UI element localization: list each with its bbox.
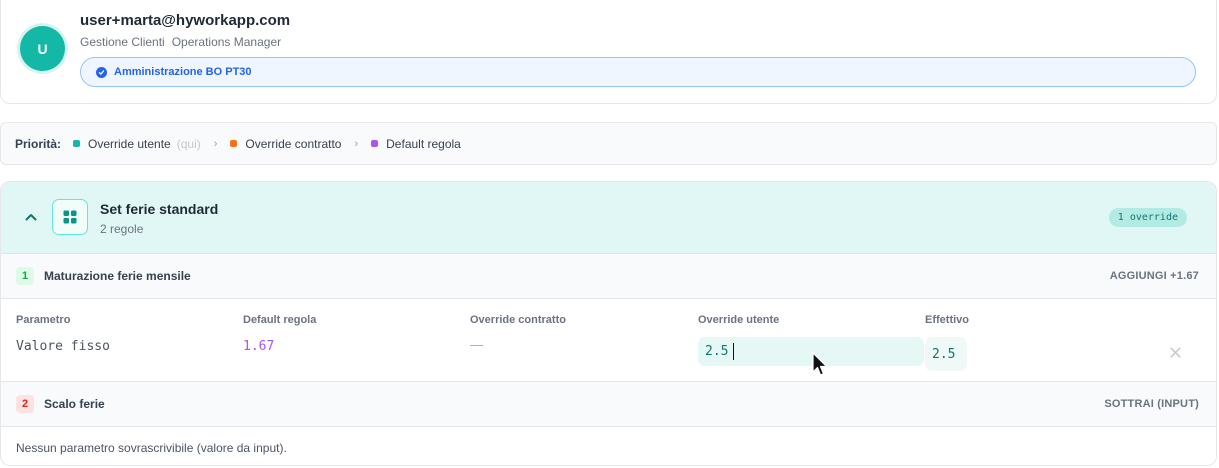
column-header: Override contratto [470,314,566,326]
rule-set-panel: Set ferie standard 2 regole 1 override 1… [0,181,1217,466]
priority-dot-default [371,140,379,147]
priority-item-label: Default regola [386,136,461,151]
empty-params-note: Nessun parametro sovrascrivibile (valore… [16,441,287,455]
text-caret [733,343,734,360]
priority-item-hint: (qui) [176,136,201,151]
user-override-input[interactable] [698,337,924,366]
assignment-pill[interactable]: Amministrazione BO PT30 [80,57,1196,87]
close-icon[interactable] [1169,346,1182,359]
user-card: U user+marta@hyworkapp.com Gestione Clie… [0,0,1217,104]
priority-item-label: Override contratto [245,136,342,151]
priority-item-label: Override utente [88,136,171,151]
rule-set-title: Set ferie standard [100,201,219,217]
assignment-label: Amministrazione BO PT30 [114,66,252,78]
effective-value: 2.5 [925,337,967,371]
rule-name: Maturazione ferie mensile [44,269,191,283]
rule-action: SOTTRAI (INPUT) [1104,398,1199,410]
param-name: Valore fisso [16,339,110,354]
user-roles: Gestione Clienti Operations Manager [80,35,281,49]
user-email: user+marta@hyworkapp.com [80,12,291,29]
check-circle-icon [96,66,107,78]
rule-action: AGGIUNGI +1.67 [1109,270,1199,282]
priority-title: Priorità: [15,136,62,151]
chevron-right-icon: › [354,137,359,150]
rule-number: 2 [16,395,34,413]
column-header: Parametro [16,314,71,326]
avatar: U [20,26,65,71]
priority-legend: Priorità: Override utente (qui) › Overri… [0,122,1217,165]
priority-dot-contract [230,140,238,147]
chevron-up-icon[interactable] [23,209,39,225]
rule-set-subtitle: 2 regole [100,222,144,236]
rule-row: 2 Scalo ferie SOTTRAI (INPUT) [1,382,1216,427]
param-contract-value: — [470,337,483,352]
priority-dot-user [73,140,81,147]
param-default-value: 1.67 [243,339,275,354]
grid-icon [52,199,88,235]
mouse-cursor-icon [812,352,828,376]
rule-number: 1 [16,267,34,285]
param-table: Parametro Default regola Override contra… [1,299,1216,382]
chevron-right-icon: › [213,137,218,150]
rule-set-header[interactable]: Set ferie standard 2 regole 1 override [1,182,1216,254]
column-header: Default regola [243,314,317,326]
role-label: Operations Manager [171,35,282,49]
role-label: Gestione Clienti [80,35,165,49]
column-header: Effettivo [925,314,969,326]
column-header: Override utente [698,314,780,326]
rule-row: 1 Maturazione ferie mensile AGGIUNGI +1.… [1,254,1216,299]
override-count-badge: 1 override [1108,208,1187,227]
rule-name: Scalo ferie [44,397,105,411]
